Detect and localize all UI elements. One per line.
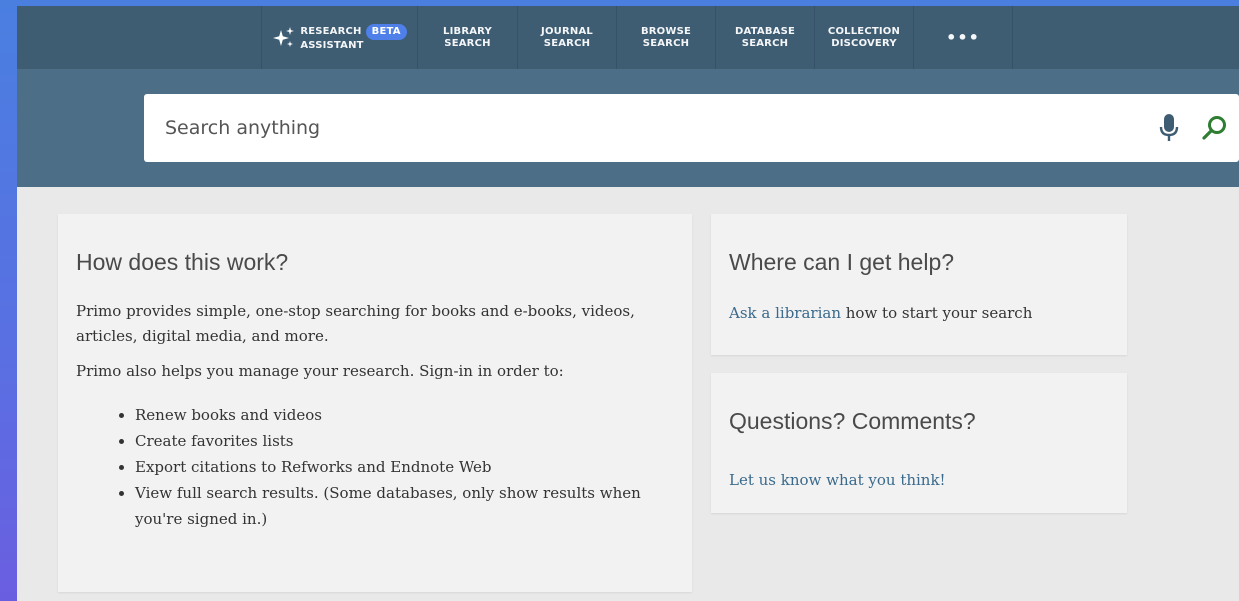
- search-bar: [144, 94, 1239, 162]
- more-options-button[interactable]: •••: [914, 6, 1013, 69]
- ask-librarian-link[interactable]: Ask a librarian: [729, 304, 841, 322]
- help-suffix: how to start your search: [840, 304, 1033, 322]
- list-item: View full search results. (Some database…: [135, 480, 672, 532]
- nav-browse-search[interactable]: BROWSE SEARCH: [617, 6, 716, 69]
- how-it-works-para-1: Primo provides simple, one-stop searchin…: [76, 302, 635, 345]
- list-item: Create favorites lists: [135, 428, 672, 454]
- nav-label: COLLECTION: [827, 25, 901, 37]
- sparkle-icon: [273, 26, 295, 47]
- feedback-card: Questions? Comments? Let us know what yo…: [711, 373, 1127, 513]
- feedback-title: Questions? Comments?: [729, 408, 976, 434]
- how-it-works-para-2: Primo also helps you manage your researc…: [76, 362, 564, 380]
- nav-library-search[interactable]: LIBRARY SEARCH: [418, 6, 518, 69]
- more-dots-icon: •••: [946, 27, 980, 47]
- nav-research-label-2: ASSISTANT: [300, 39, 364, 51]
- list-item: Export citations to Refworks and Endnote…: [135, 454, 672, 480]
- nav-items: RESEARCH BETA ASSISTANT LIBRARY SEARCH JO…: [261, 6, 1013, 69]
- list-item: Renew books and videos: [135, 402, 672, 428]
- help-title: Where can I get help?: [729, 249, 955, 275]
- nav-label: DISCOVERY: [831, 37, 897, 49]
- search-band: [17, 69, 1239, 187]
- benefits-list: Renew books and videos Create favorites …: [76, 402, 672, 532]
- feedback-text: Let us know what you think!: [729, 468, 1109, 493]
- search-input[interactable]: [144, 94, 1149, 162]
- app-frame: RESEARCH BETA ASSISTANT LIBRARY SEARCH JO…: [17, 6, 1239, 601]
- top-nav: RESEARCH BETA ASSISTANT LIBRARY SEARCH JO…: [17, 6, 1239, 69]
- nav-label: SEARCH: [642, 37, 690, 49]
- feedback-link[interactable]: Let us know what you think!: [729, 471, 946, 489]
- nav-journal-search[interactable]: JOURNAL SEARCH: [518, 6, 617, 69]
- how-it-works-title: How does this work?: [76, 249, 289, 275]
- nav-research-assistant[interactable]: RESEARCH BETA ASSISTANT: [261, 6, 418, 69]
- search-icon: [1202, 116, 1226, 140]
- nav-collection-discovery[interactable]: COLLECTION DISCOVERY: [815, 6, 914, 69]
- beta-badge: BETA: [365, 23, 407, 40]
- nav-label: BROWSE: [640, 25, 692, 37]
- nav-label: SEARCH: [543, 37, 591, 49]
- nav-label: SEARCH: [741, 37, 789, 49]
- help-card: Where can I get help? Ask a librarian ho…: [711, 214, 1127, 355]
- help-text: Ask a librarian how to start your search: [729, 301, 1109, 326]
- voice-search-button[interactable]: [1149, 108, 1189, 148]
- search-submit-button[interactable]: [1195, 108, 1235, 148]
- nav-label: JOURNAL: [541, 25, 593, 37]
- how-it-works-card: How does this work? Primo provides simpl…: [58, 214, 692, 592]
- nav-label: LIBRARY: [443, 25, 492, 37]
- nav-label: DATABASE: [734, 25, 796, 37]
- nav-label: SEARCH: [444, 37, 491, 49]
- nav-database-search[interactable]: DATABASE SEARCH: [716, 6, 815, 69]
- microphone-icon: [1159, 114, 1179, 141]
- nav-research-label-1: RESEARCH: [300, 25, 362, 37]
